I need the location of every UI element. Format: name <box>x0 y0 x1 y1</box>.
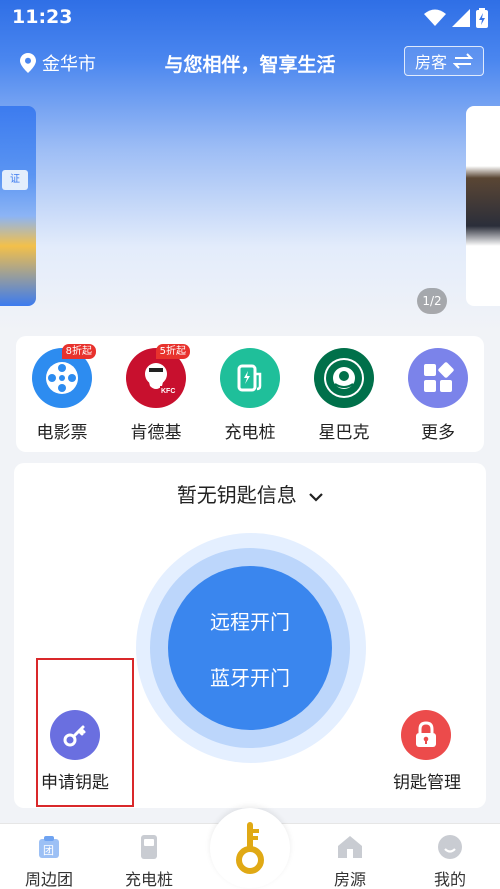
banner-next-slide[interactable] <box>466 106 500 306</box>
quick-item-label: 更多 <box>421 423 455 443</box>
quick-item-movie[interactable]: 8折起 电影票 <box>22 344 102 443</box>
golden-key-icon <box>236 822 264 874</box>
quick-item-label: 肯德基 <box>130 423 182 443</box>
role-label: 房客 <box>414 53 447 72</box>
more-grid-icon <box>408 348 468 408</box>
charging-pile-icon <box>134 832 164 862</box>
center-key-button[interactable] <box>210 808 290 888</box>
tab-label: 我的 <box>433 870 466 889</box>
tab-label: 充电桩 <box>124 870 173 889</box>
user-face-icon <box>435 832 465 862</box>
status-icons <box>424 8 488 28</box>
house-icon <box>335 832 365 862</box>
starbucks-logo-icon <box>314 348 374 408</box>
banner-pager: 1/2 <box>417 288 447 314</box>
swap-arrows-icon <box>453 53 473 69</box>
quick-item-label: 充电桩 <box>224 423 276 443</box>
key-selector[interactable]: 暂无钥匙信息 <box>14 479 486 508</box>
wifi-icon <box>424 9 446 26</box>
ev-charger-icon <box>220 348 280 408</box>
banner-previous-slide[interactable]: 证 <box>0 106 36 306</box>
quick-item-label: 电影票 <box>36 423 88 443</box>
remote-open-button[interactable]: 远程开门 <box>168 606 332 635</box>
key-title-label: 暂无钥匙信息 <box>176 483 297 507</box>
quick-item-kfc[interactable]: KFC 5折起 肯德基 <box>116 344 196 443</box>
top-bar: 金华市 与您相伴，智享生活 房客 <box>0 44 500 80</box>
group-buy-icon: 团 <box>34 832 64 862</box>
film-reel-icon: 8折起 <box>32 344 96 408</box>
key-manage-button[interactable]: 钥匙管理 <box>393 768 461 793</box>
quick-item-label: 星巴克 <box>318 423 370 443</box>
switch-role-button[interactable]: 房客 <box>403 46 484 76</box>
svg-text:团: 团 <box>43 844 54 857</box>
quick-menu: 8折起 电影票 KFC 5折起 肯德基 充电桩 星巴克 更多 <box>16 336 484 452</box>
battery-icon <box>476 8 488 28</box>
quick-item-more[interactable]: 更多 <box>398 348 478 443</box>
status-time: 11:23 <box>12 6 73 28</box>
banner-chip: 证 <box>2 170 28 190</box>
signal-icon <box>452 9 470 27</box>
kfc-logo-icon: KFC 5折起 <box>126 344 190 408</box>
bluetooth-open-button[interactable]: 蓝牙开门 <box>168 662 332 691</box>
discount-badge: 8折起 <box>61 344 96 359</box>
status-bar: 11:23 <box>0 0 500 34</box>
tab-nearby-group[interactable]: 团 周边团 <box>9 830 89 889</box>
tab-charger[interactable]: 充电桩 <box>109 830 189 889</box>
quick-item-starbucks[interactable]: 星巴克 <box>304 348 384 443</box>
open-door-button: 远程开门 蓝牙开门 <box>168 566 332 730</box>
tab-listings[interactable]: 房源 <box>310 830 390 889</box>
tab-mine[interactable]: 我的 <box>410 830 490 889</box>
chevron-down-icon <box>309 492 323 502</box>
tab-label: 周边团 <box>24 870 73 889</box>
lock-icon[interactable] <box>401 710 451 760</box>
apply-key-button[interactable]: 申请钥匙 <box>41 768 109 793</box>
svg-text:KFC: KFC <box>161 388 175 395</box>
quick-item-charger[interactable]: 充电桩 <box>210 348 290 443</box>
tab-label: 房源 <box>333 870 366 889</box>
discount-badge: 5折起 <box>155 344 190 359</box>
key-icon[interactable] <box>50 710 100 760</box>
